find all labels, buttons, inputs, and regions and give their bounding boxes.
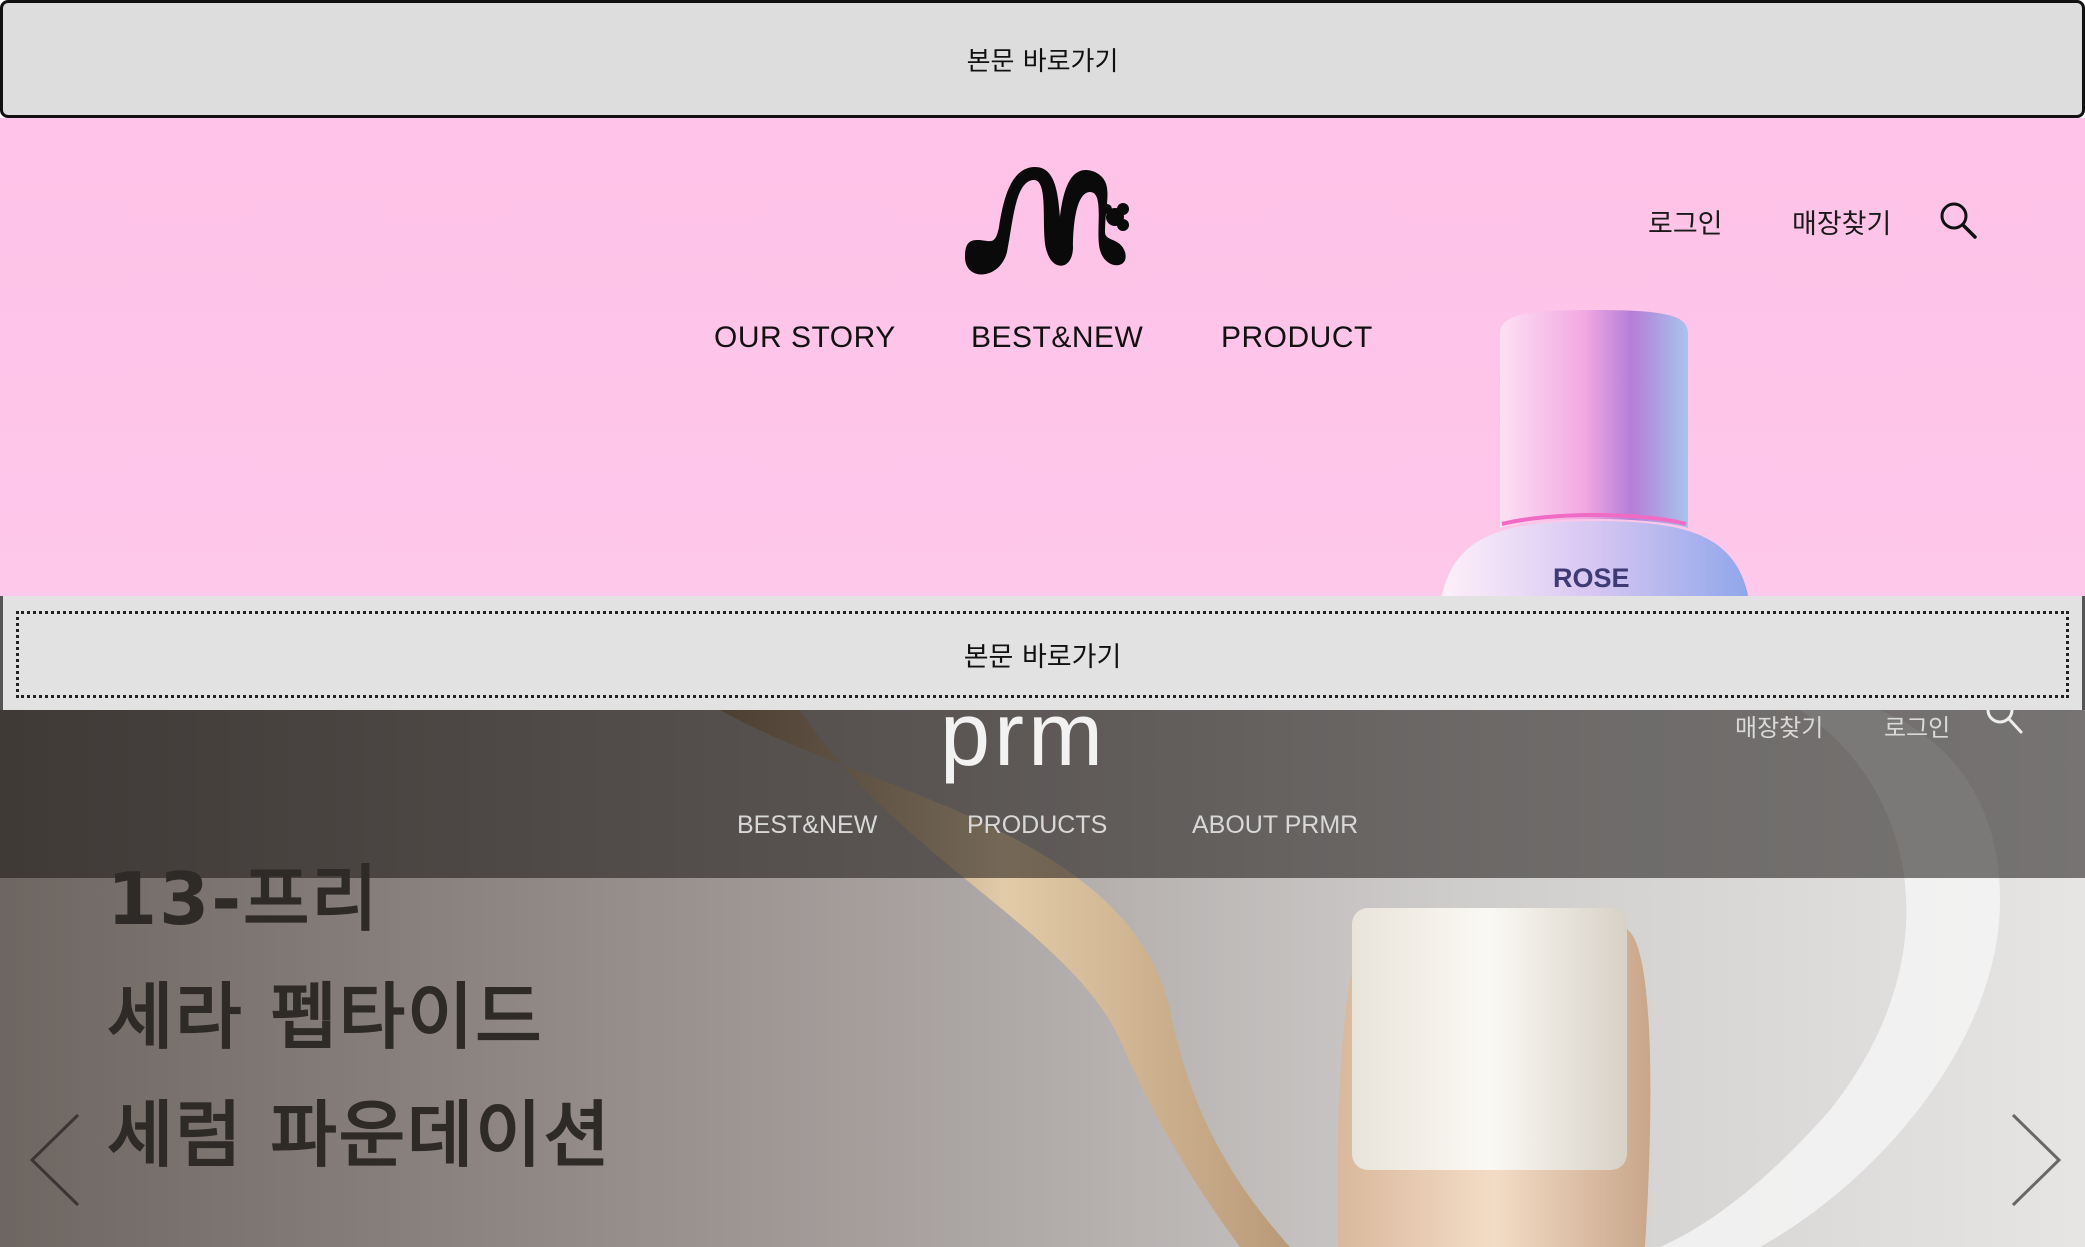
brand-logo-icon[interactable] — [955, 162, 1130, 282]
skip-link-label-2: 본문 바로가기 — [963, 642, 1122, 673]
nav-best-new[interactable]: BEST&NEW — [971, 321, 1143, 355]
skip-link-focus-outline: 본문 바로가기 — [16, 611, 2069, 698]
nav-products[interactable]: PRODUCTS — [967, 811, 1107, 840]
nav-product[interactable]: PRODUCT — [1221, 321, 1373, 355]
hero-title-line-1: 13-프리 — [107, 857, 380, 941]
product-bottle-image — [1441, 310, 1749, 596]
search-icon[interactable] — [1938, 200, 1978, 240]
skip-link-label: 본문 바로가기 — [966, 46, 1119, 77]
store-finder-link-2[interactable]: 매장찾기 — [1735, 710, 1823, 743]
hero-title-line-2: 세라 펩타이드 — [107, 975, 544, 1059]
brand-header-pink: 로그인 매장찾기 OUR STORY BEST&NEW PRODUCT ROSE — [0, 118, 2085, 596]
brand-header-dark: prm 매장찾기 로그인 BEST&NEW PRODUCTS ABOUT PRM… — [0, 710, 2085, 1247]
login-link-2[interactable]: 로그인 — [1884, 710, 1950, 743]
login-link[interactable]: 로그인 — [1648, 202, 1723, 241]
brand-logo-text[interactable]: prm — [940, 710, 1107, 780]
search-icon-2[interactable] — [1986, 710, 2024, 738]
nav-best-new-2[interactable]: BEST&NEW — [737, 811, 877, 840]
hero-title-line-3: 세럼 파운데이션 — [107, 1093, 612, 1177]
chevron-right-icon[interactable] — [2005, 1110, 2065, 1210]
skip-to-content-link[interactable]: 본문 바로가기 — [0, 0, 2085, 118]
skip-to-content-link-2[interactable]: 본문 바로가기 — [0, 596, 2085, 710]
chevron-left-icon[interactable] — [26, 1110, 86, 1210]
nav-our-story[interactable]: OUR STORY — [714, 321, 896, 355]
product-label-text: ROSE — [1553, 563, 1630, 593]
nav-about-prmr[interactable]: ABOUT PRMR — [1192, 811, 1358, 840]
store-finder-link[interactable]: 매장찾기 — [1792, 202, 1891, 241]
